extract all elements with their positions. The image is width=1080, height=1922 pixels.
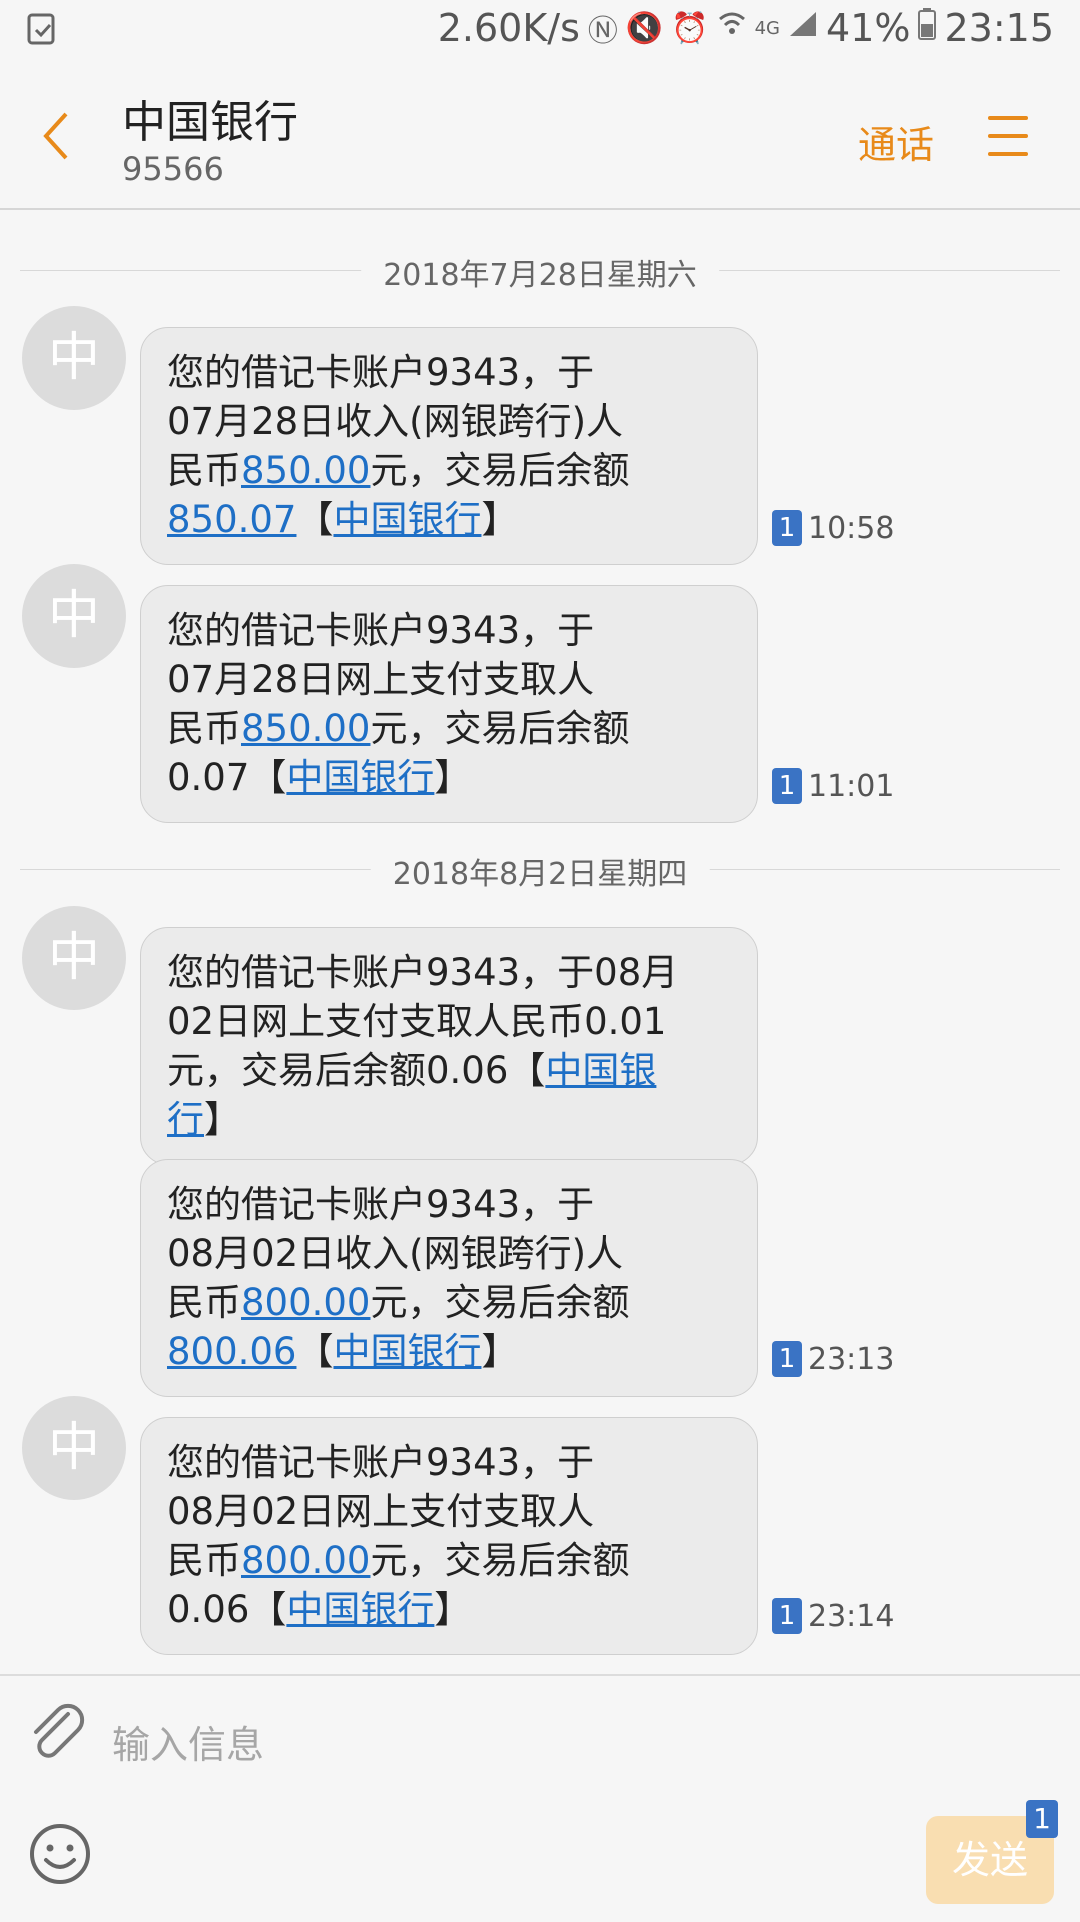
message-bubble[interactable]: 您的借记卡账户9343，于 07月28日网上支付支取人 民币850.00元，交易…: [140, 585, 758, 823]
bank-name-link[interactable]: 中国银行: [333, 498, 481, 541]
sim-badge: 1: [772, 510, 802, 546]
avatar[interactable]: 中: [22, 306, 126, 410]
message-text: 元，交易后余额: [370, 1281, 630, 1324]
back-button[interactable]: [36, 106, 86, 166]
network-type: 4G: [754, 17, 781, 39]
message-text: 】: [434, 756, 472, 799]
alarm-icon: ⏰: [671, 10, 709, 46]
message-text: 【: [296, 498, 334, 541]
message-text: 您的借记卡账户9343，于: [167, 1441, 595, 1484]
bank-name-link[interactable]: 中国银行: [286, 1588, 434, 1631]
message-text: 【: [296, 1330, 334, 1373]
message-time: 23:14: [808, 1598, 895, 1634]
message-composer: 输入信息 发送 1: [0, 1674, 1080, 1922]
menu-line: [988, 116, 1028, 120]
date-separator: 2018年8月2日星期四: [20, 849, 1060, 893]
avatar[interactable]: 中: [22, 1396, 126, 1500]
paperclip-icon: [34, 1703, 85, 1758]
conversation-header: 中国银行 95566 通话: [0, 62, 1080, 210]
avatar[interactable]: 中: [22, 564, 126, 668]
message-bubble[interactable]: 您的借记卡账户9343，于 08月02日网上支付支取人 民币800.00元，交易…: [140, 1417, 758, 1655]
menu-button[interactable]: [988, 116, 1028, 158]
message-text: 】: [481, 1330, 519, 1373]
battery-icon: [918, 8, 937, 48]
message-time: 23:13: [808, 1341, 895, 1377]
back-arrow-icon: [43, 112, 68, 160]
balance-link[interactable]: 850.07: [167, 498, 296, 541]
message-text: 02日网上支付支取人民币0.01: [167, 1000, 667, 1043]
message-text: 】: [481, 498, 519, 541]
message-time: 10:58: [808, 510, 895, 546]
message-text: 民币: [167, 449, 241, 492]
network-speed: 2.60K/s: [437, 6, 580, 50]
nfc-icon: Ⓝ: [587, 14, 618, 49]
menu-line: [988, 134, 1028, 138]
message-text: 元，交易后余额: [370, 449, 630, 492]
message-text: 07月28日网上支付支取人: [167, 658, 595, 701]
sim-badge: 1: [772, 1341, 802, 1377]
amount-link[interactable]: 850.00: [241, 449, 370, 492]
message-text: 】: [204, 1098, 241, 1141]
message-text: 您的借记卡账户9343，于: [167, 1183, 595, 1226]
call-button[interactable]: 通话: [858, 114, 934, 169]
message-text: 0.07【: [167, 756, 287, 799]
bank-name-link[interactable]: 中国银行: [286, 756, 434, 799]
amount-link[interactable]: 800.00: [241, 1281, 370, 1324]
message-bubble[interactable]: 您的借记卡账户9343，于 07月28日收入(网银跨行)人 民币850.00元，…: [140, 327, 758, 565]
battery-percent: 41%: [826, 6, 911, 50]
message-text: 您的借记卡账户9343，于: [167, 351, 595, 394]
status-icons: 2.60K/s Ⓝ 🔇 ⏰ 4G 41% 23:15: [438, 6, 1054, 50]
date-separator: 2018年7月28日星期六: [20, 250, 1060, 294]
balance-link[interactable]: 800.06: [167, 1330, 296, 1373]
amount-link[interactable]: 800.00: [241, 1539, 370, 1582]
message-text: 民币: [167, 1539, 241, 1582]
message-text: 您的借记卡账户9343，于: [167, 609, 595, 652]
message-text: 0.06【: [167, 1588, 287, 1631]
message-text: 】: [434, 1588, 472, 1631]
sim-badge: 1: [1026, 1800, 1058, 1838]
bank-name-link[interactable]: 中国银: [545, 1049, 656, 1092]
sim-badge: 1: [772, 768, 802, 804]
message-text: 元，交易后余额: [370, 1539, 630, 1582]
contact-name: 中国银行: [122, 97, 298, 148]
message-meta: 1 10:58: [772, 510, 894, 546]
message-bubble[interactable]: 您的借记卡账户9343，于08月 02日网上支付支取人民币0.01 元，交易后余…: [140, 927, 758, 1165]
sim-badge: 1: [772, 1598, 802, 1634]
message-text: 您的借记卡账户9343，于08月: [167, 951, 679, 994]
wifi-icon: [717, 9, 747, 47]
menu-line: [988, 152, 1028, 156]
message-input[interactable]: 输入信息: [112, 1714, 264, 1769]
emoji-button[interactable]: [28, 1822, 92, 1886]
message-text: 08月02日网上支付支取人: [167, 1490, 595, 1533]
signal-icon: [788, 10, 818, 46]
attach-button[interactable]: [28, 1700, 88, 1766]
message-text: 07月28日收入(网银跨行)人: [167, 400, 624, 443]
message-meta: 1 11:01: [772, 768, 894, 804]
message-text: 元，交易后余额0.06【: [167, 1049, 546, 1092]
status-bar: 2.60K/s Ⓝ 🔇 ⏰ 4G 41% 23:15: [0, 0, 1080, 62]
screenshot-notification-icon: [26, 12, 56, 46]
message-text: 民币: [167, 707, 241, 750]
smiley-icon: [30, 1824, 90, 1884]
message-text: 08月02日收入(网银跨行)人: [167, 1232, 624, 1275]
mute-icon: 🔇: [625, 10, 664, 46]
amount-link[interactable]: 850.00: [241, 707, 370, 750]
message-text: 元，交易后余额: [370, 707, 630, 750]
bank-name-link[interactable]: 中国银行: [333, 1330, 481, 1373]
contact-number: 95566: [122, 150, 224, 188]
avatar[interactable]: 中: [22, 906, 126, 1010]
message-time: 11:01: [808, 768, 895, 804]
message-meta: 1 23:14: [772, 1598, 894, 1634]
message-text: 民币: [167, 1281, 241, 1324]
message-bubble[interactable]: 您的借记卡账户9343，于 08月02日收入(网银跨行)人 民币800.00元，…: [140, 1159, 758, 1397]
date-label: 2018年8月2日星期四: [370, 849, 710, 893]
message-meta: 1 23:13: [772, 1341, 894, 1377]
clock: 23:15: [944, 6, 1054, 50]
bank-name-link[interactable]: 行: [167, 1098, 204, 1141]
date-label: 2018年7月28日星期六: [361, 250, 719, 294]
